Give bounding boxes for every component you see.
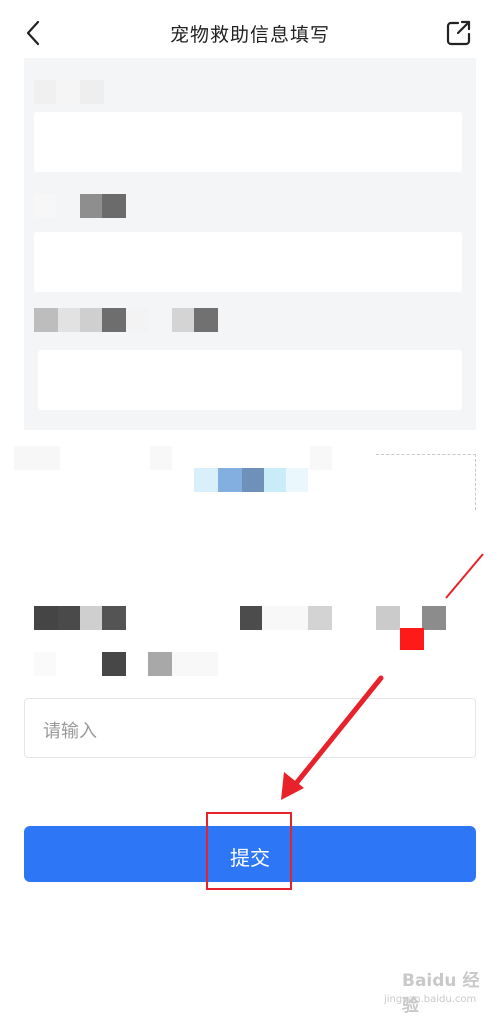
watermark-brand: Baidu 经验 [402,971,480,1016]
baidu-watermark: Baidu 经验 jingyan.baidu.com [384,966,494,1016]
annotation-arrow-icon [281,553,484,800]
watermark-url: jingyan.baidu.com [384,994,477,1005]
